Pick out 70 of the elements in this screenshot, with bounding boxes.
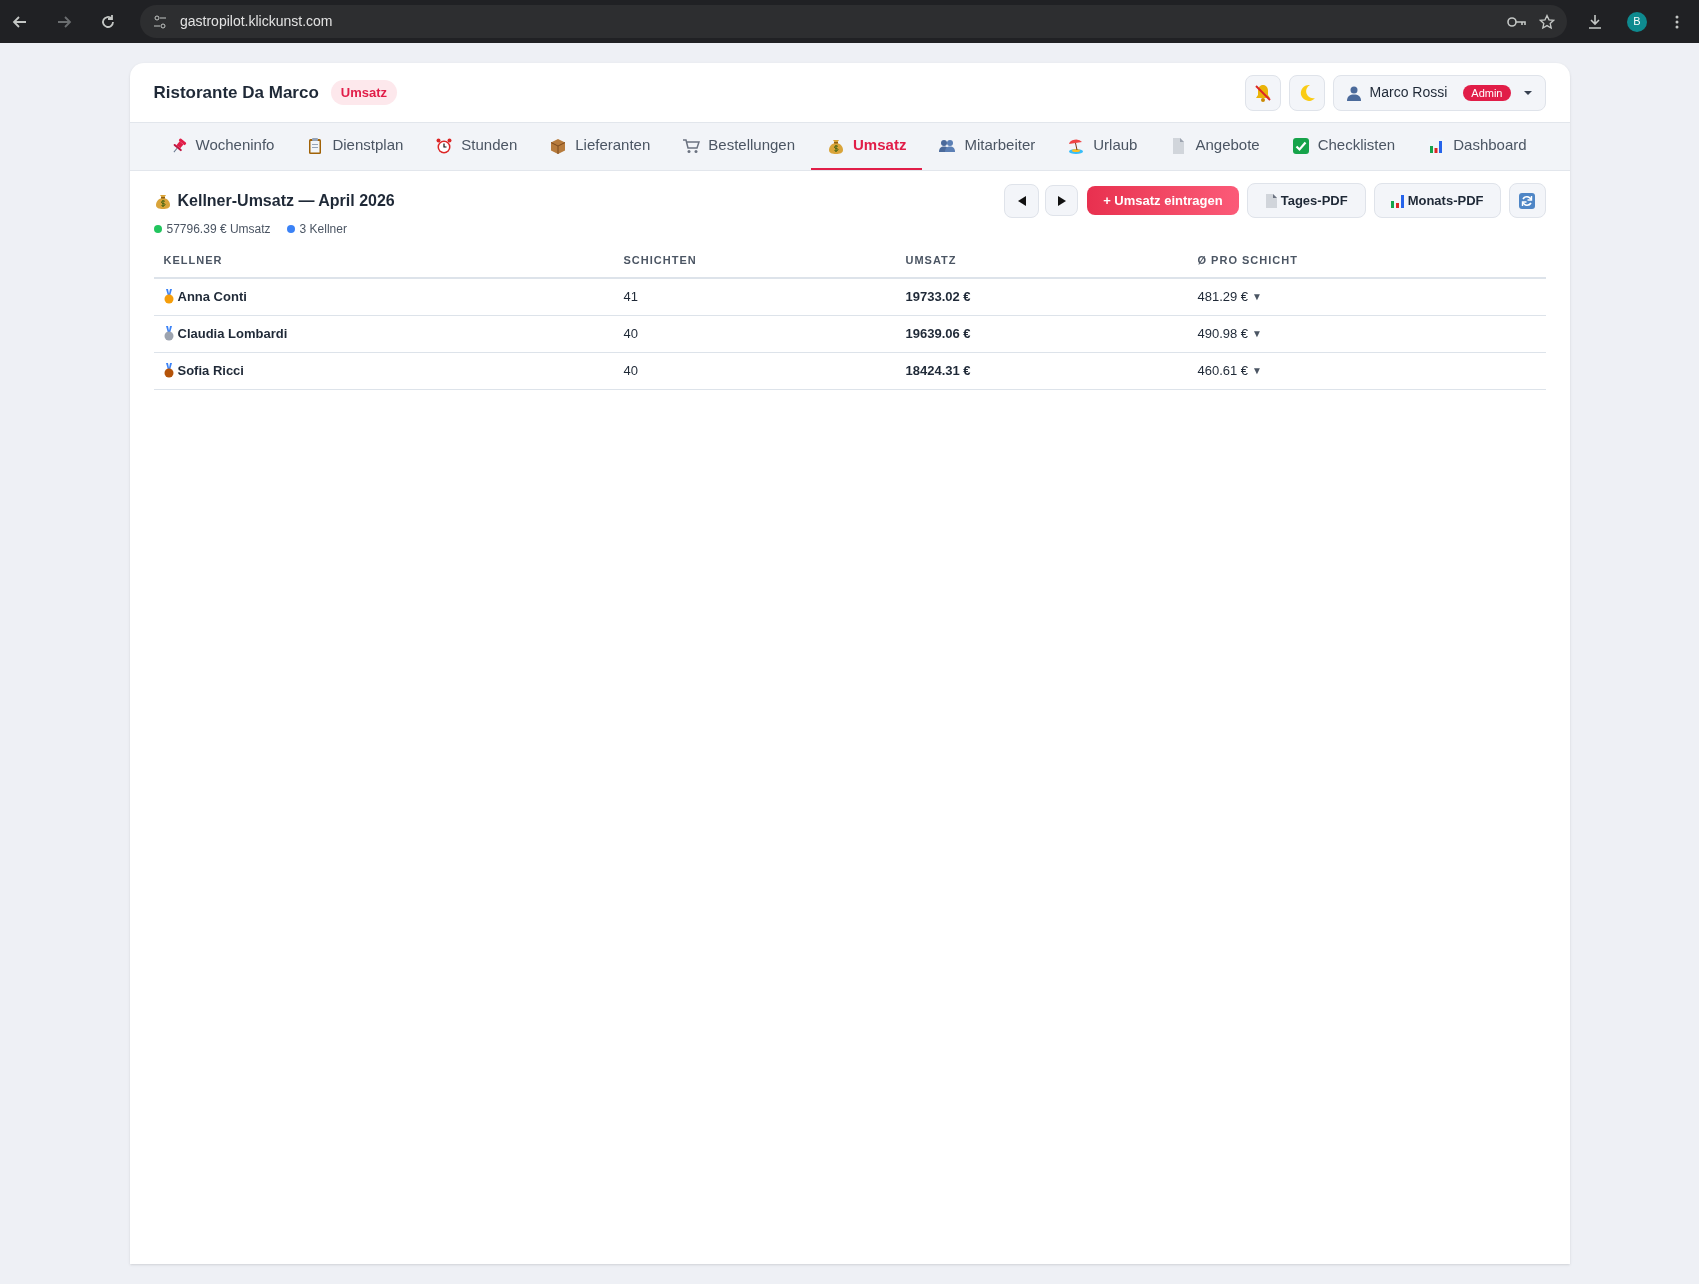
forward-icon[interactable] <box>56 13 72 30</box>
key-icon[interactable] <box>1507 14 1527 29</box>
star-icon[interactable] <box>1539 13 1555 30</box>
muted-bell-icon <box>1252 82 1273 103</box>
nav-tab[interactable]: Checklisten <box>1275 123 1412 170</box>
download-icon[interactable] <box>1587 13 1603 30</box>
nav-tab[interactable]: Lieferanten <box>533 123 667 170</box>
section-title: Kellner-Umsatz — April 2026 <box>177 190 395 211</box>
column-header: Ø PRO SCHICHT <box>1197 253 1299 268</box>
site-settings-icon[interactable] <box>152 13 168 30</box>
revenue-amount: 18424.31 € <box>905 361 972 380</box>
next-month-button[interactable] <box>1045 185 1079 216</box>
back-icon[interactable] <box>12 13 28 30</box>
daily-pdf-button[interactable]: Tages-PDF <box>1246 183 1366 218</box>
average-per-shift: 481.29 € <box>1197 287 1249 306</box>
medal-icon <box>163 289 174 304</box>
next-icon <box>1056 194 1067 207</box>
trend-indicator: ▼ <box>1252 290 1262 304</box>
stat-text: 3 Kellner <box>299 221 347 238</box>
bar-chart-icon <box>1390 193 1404 208</box>
profile-avatar[interactable]: B <box>1627 11 1647 32</box>
refresh-icon <box>1519 192 1535 209</box>
role-badge: Admin <box>1463 84 1511 101</box>
column-header: UMSATZ <box>905 253 958 268</box>
notifications-muted-button[interactable] <box>1244 74 1281 111</box>
user-icon <box>1345 84 1362 101</box>
trend-indicator: ▼ <box>1252 364 1262 378</box>
nav-tab[interactable]: Angebote <box>1153 123 1276 170</box>
document-icon <box>1264 193 1277 208</box>
shift-count: 40 <box>623 361 639 380</box>
url-text: gastropilot.klickunst.com <box>180 12 333 31</box>
restaurant-title: Ristorante Da Marco <box>153 81 319 104</box>
nav-tab[interactable]: Bestellungen <box>666 123 812 170</box>
add-revenue-button[interactable]: + Umsatz eintragen <box>1087 186 1239 215</box>
medal-icon <box>163 363 174 378</box>
trend-indicator: ▼ <box>1252 327 1262 341</box>
alarm-clock-icon <box>435 136 454 155</box>
package-icon <box>549 136 568 155</box>
medal-icon <box>163 326 174 341</box>
nav-tab[interactable]: Wocheninfo <box>153 123 291 170</box>
nav-tab[interactable]: Dienstplan <box>290 123 420 170</box>
caret-icon <box>1522 89 1533 96</box>
stat-text: 57796.39 € Umsatz <box>166 221 271 238</box>
previous-icon <box>1016 194 1027 207</box>
address-bar[interactable]: gastropilot.klickunst.com <box>140 5 1567 38</box>
nav-tab[interactable]: Mitarbeiter <box>922 123 1052 170</box>
nav-tab[interactable]: Umsatz <box>811 123 923 170</box>
column-header: KELLNER <box>163 253 224 268</box>
page-badge: Umsatz <box>330 79 398 106</box>
waiter-name: Claudia Lombardi <box>177 324 288 343</box>
reload-icon[interactable] <box>100 13 116 30</box>
revenue-amount: 19639.06 € <box>905 324 972 343</box>
shift-count: 40 <box>623 324 639 343</box>
refresh-button[interactable] <box>1508 183 1546 218</box>
average-per-shift: 460.61 € <box>1197 361 1249 380</box>
nav-tab[interactable]: Stunden <box>419 123 534 170</box>
average-per-shift: 490.98 € <box>1197 324 1249 343</box>
waiter-name: Anna Conti <box>177 287 247 306</box>
previous-month-button[interactable] <box>1004 183 1040 218</box>
column-header: SCHICHTEN <box>623 253 698 268</box>
shift-count: 41 <box>623 287 639 306</box>
nav-tab[interactable]: Dashboard <box>1411 123 1543 170</box>
revenue-amount: 19733.02 € <box>905 287 972 306</box>
waiter-name: Sofia Ricci <box>177 361 244 380</box>
cart-icon <box>682 136 701 155</box>
monthly-pdf-button[interactable]: Monats-PDF <box>1373 183 1501 218</box>
checkmark-icon <box>1291 136 1310 155</box>
user-menu-button[interactable]: Marco Rossi Admin <box>1332 74 1546 111</box>
more-icon[interactable] <box>1675 13 1679 30</box>
nav-tab[interactable]: Urlaub <box>1051 123 1154 170</box>
